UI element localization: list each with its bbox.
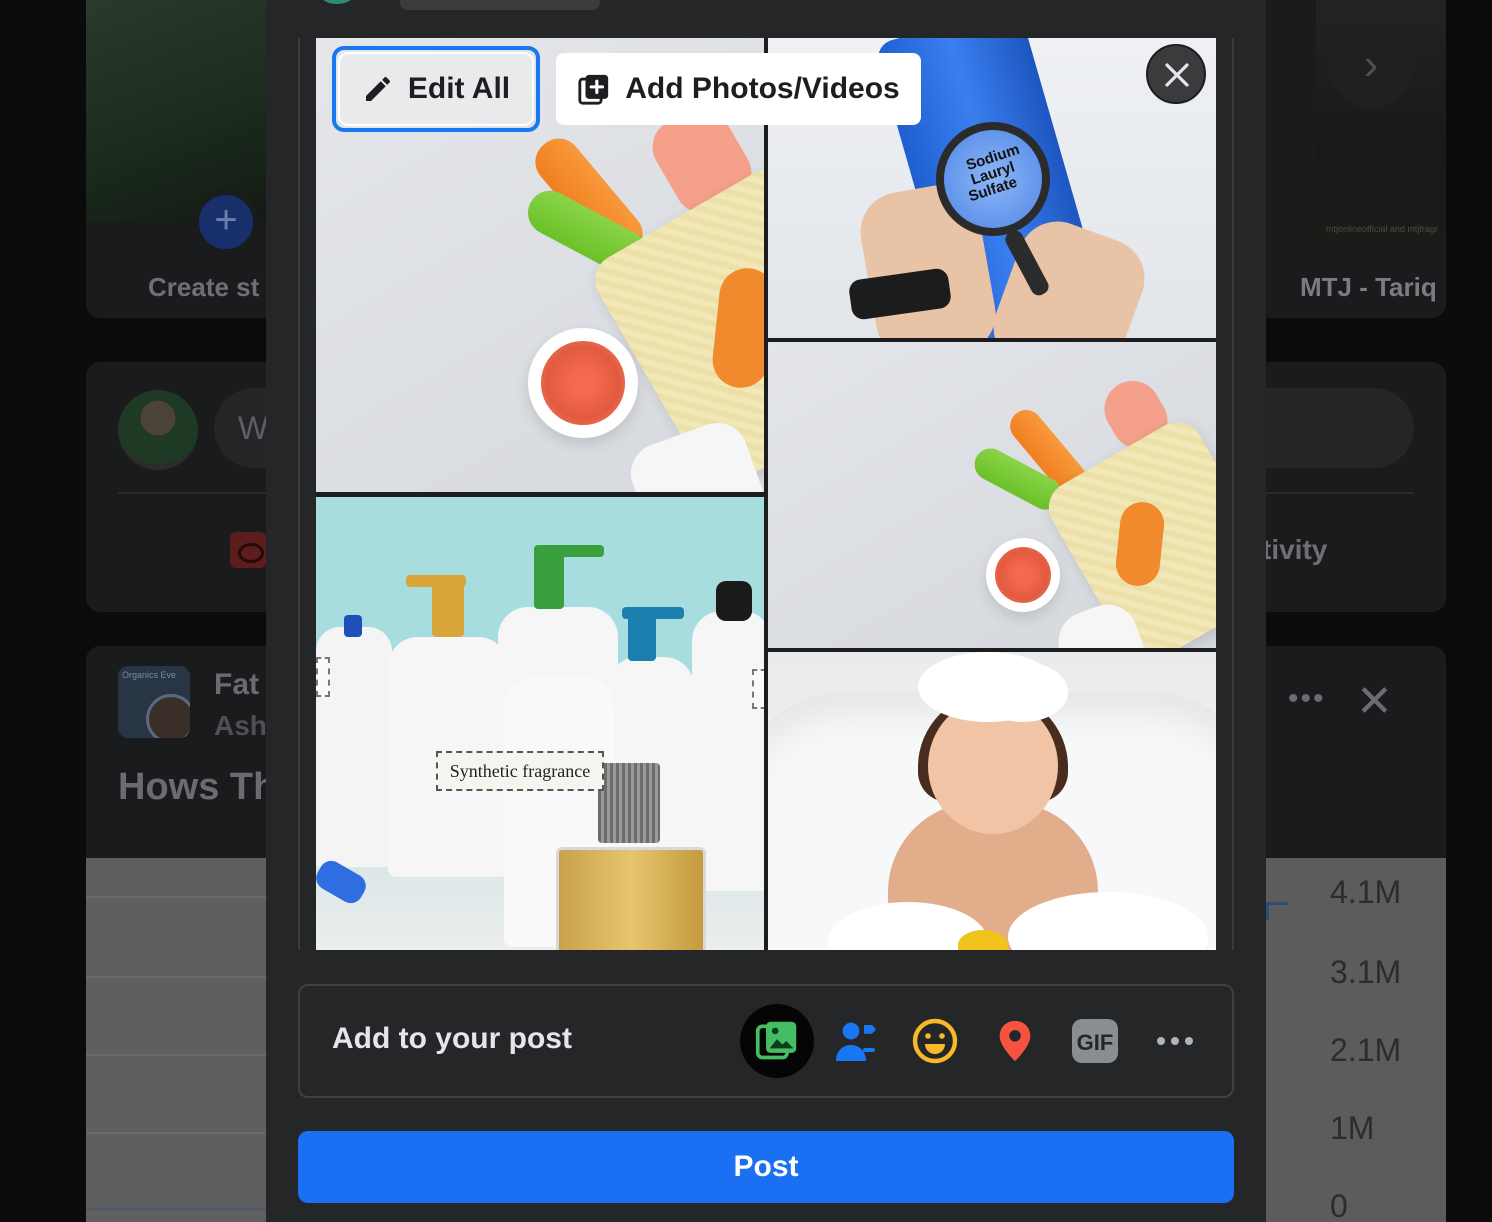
story-author-label[interactable]: MTJ - Tariq [1300, 272, 1437, 303]
photo-thumbnail[interactable] [768, 652, 1216, 950]
photo-thumbnail[interactable]: Synthetic fragrance [316, 497, 764, 950]
chevron-right-icon[interactable]: › [1328, 22, 1414, 108]
edit-all-button[interactable]: Edit All [332, 46, 540, 132]
photo-video-button[interactable] [740, 1004, 814, 1078]
salt-bowl [528, 328, 638, 438]
pencil-icon [365, 76, 390, 101]
chart-line-mark [1266, 902, 1288, 920]
tag-people-icon [836, 1022, 876, 1061]
page-logo-photo [146, 694, 190, 738]
more-options-icon [1157, 1037, 1193, 1045]
green-pump [534, 549, 564, 609]
photo-thumbnail[interactable] [768, 342, 1216, 648]
audience-selector[interactable] [400, 0, 600, 10]
blue-pump-nozzle [622, 607, 684, 619]
add-to-post-label: Add to your post [332, 1022, 572, 1055]
foam [978, 662, 1068, 722]
create-story-plus-icon[interactable]: + [194, 190, 258, 254]
more-options-icon[interactable]: ••• [1288, 682, 1326, 716]
gif-icon: GIF [1072, 1019, 1118, 1063]
page-logo[interactable]: Organics Eve [118, 666, 190, 738]
y-tick-label: 0 [1330, 1188, 1348, 1222]
photo-video-icon [755, 1021, 797, 1060]
feeling-emoji-icon [912, 1018, 958, 1064]
create-story-label[interactable]: Create st [148, 272, 266, 303]
blue-cap [344, 615, 362, 637]
add-photos-videos-label: Add Photos/Videos [625, 72, 900, 105]
location-pin-icon [999, 1020, 1031, 1062]
perfume-cap [598, 763, 660, 843]
green-pump-nozzle [534, 545, 604, 557]
magnifier: Sodium Lauryl Sulfate [936, 122, 1050, 236]
remove-media-button[interactable] [1146, 44, 1206, 104]
feeling-activity-label[interactable]: tivity [1262, 534, 1327, 566]
y-tick-label: 3.1M [1330, 954, 1402, 990]
close-icon [1165, 63, 1189, 87]
more-options-button[interactable] [1138, 1004, 1212, 1078]
fragrance-tag: Synthetic fragrance [436, 751, 604, 791]
avatar[interactable] [118, 390, 198, 470]
post-button[interactable]: Post [298, 1131, 1234, 1203]
post-author-name[interactable]: Fat [214, 668, 259, 702]
check-in-button[interactable] [978, 1004, 1052, 1078]
close-icon[interactable]: ✕ [1356, 680, 1393, 724]
add-photos-videos-button[interactable]: Add Photos/Videos [556, 53, 921, 125]
page-logo-text: Organics Eve [122, 670, 177, 680]
create-story-thumbnail[interactable] [86, 0, 266, 222]
feeling-activity-button[interactable] [898, 1004, 972, 1078]
salt-bowl [986, 538, 1060, 612]
add-media-icon [578, 74, 609, 105]
composer-placeholder: W [238, 410, 269, 446]
y-tick-label: 1M [1330, 1110, 1375, 1146]
black-cap [716, 581, 752, 621]
svg-text:GIF: GIF [1077, 1030, 1114, 1055]
edit-all-button-body[interactable]: Edit All [340, 54, 532, 124]
story-watermark: mtjonlineofficial and mtjfragr [1326, 224, 1438, 234]
live-video-icon[interactable] [230, 532, 266, 568]
tag-people-button[interactable] [820, 1004, 894, 1078]
gold-pump-nozzle [406, 575, 466, 587]
edit-all-label: Edit All [407, 72, 511, 105]
y-tick-label: 4.1M [1330, 874, 1402, 910]
y-tick-label: 2.1M [1330, 1032, 1402, 1068]
screen: + Create st › mtjonlineofficial and mtjf… [0, 0, 1492, 1222]
gif-button[interactable]: GIF [1058, 1004, 1132, 1078]
post-heading: Hows Th [118, 766, 277, 808]
post-subtitle: Ash [214, 710, 267, 741]
crop-handle[interactable] [316, 657, 330, 697]
crop-handle[interactable] [752, 669, 764, 709]
perfume-bottle [556, 847, 706, 950]
